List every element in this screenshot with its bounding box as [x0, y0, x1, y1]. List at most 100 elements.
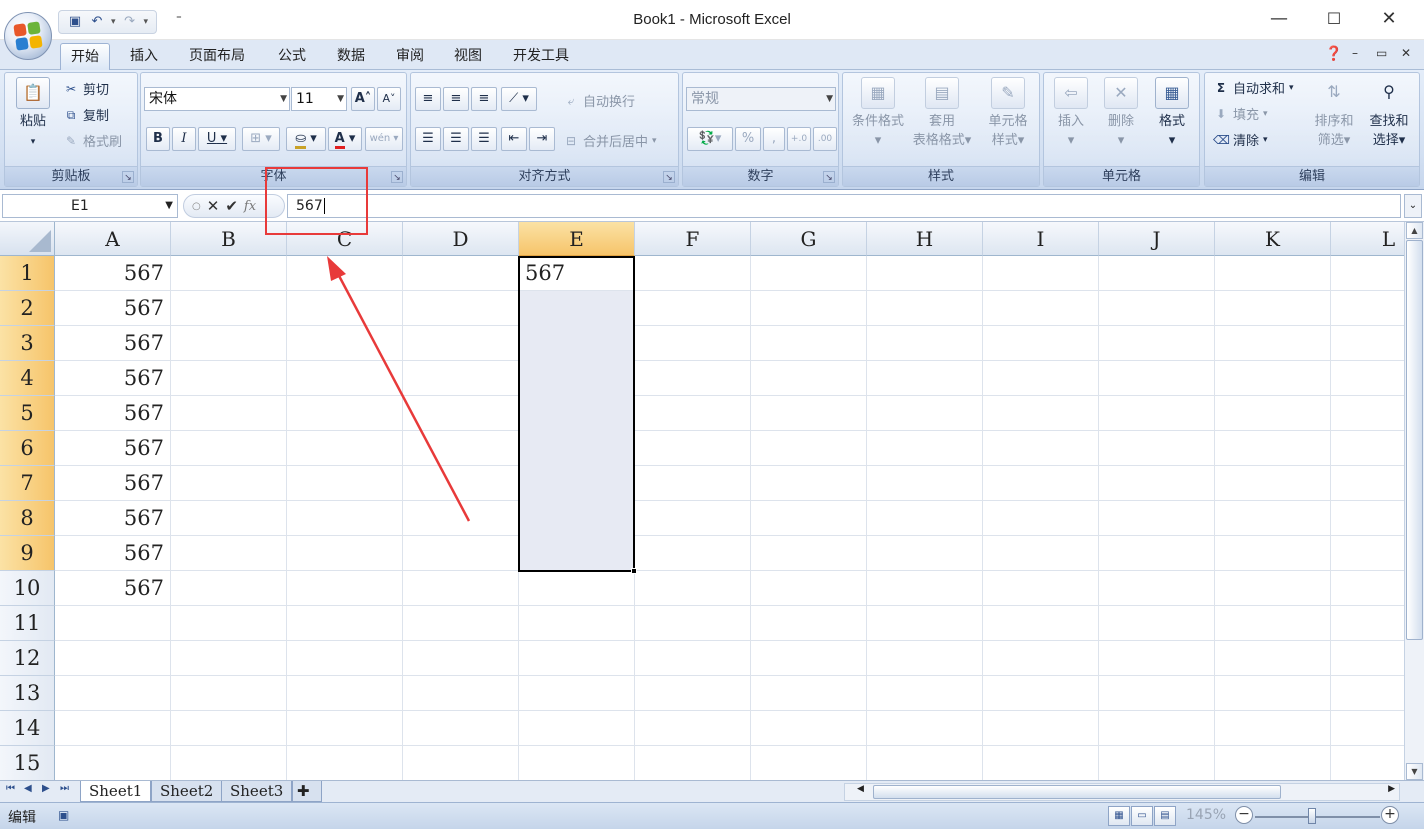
cell-I4[interactable]: [983, 361, 1099, 396]
cell-I1[interactable]: [983, 256, 1099, 291]
align-bottom-icon[interactable]: ≡: [471, 87, 497, 111]
cell-J7[interactable]: [1099, 466, 1215, 501]
cell-E10[interactable]: [519, 571, 635, 606]
name-box[interactable]: E1 ▼: [2, 194, 178, 218]
increase-indent-icon[interactable]: ⇥: [529, 127, 555, 151]
cell-G6[interactable]: [751, 431, 867, 466]
zoom-out-icon[interactable]: −: [1235, 806, 1253, 824]
last-sheet-icon[interactable]: ⏭: [60, 783, 69, 794]
cell-G10[interactable]: [751, 571, 867, 606]
cell-F7[interactable]: [635, 466, 751, 501]
cell-H3[interactable]: [867, 326, 983, 361]
borders-button[interactable]: ⊞ ▾: [242, 127, 280, 151]
insert-cells-button[interactable]: ⇦ 插入 ▾: [1046, 77, 1096, 150]
cell-A2[interactable]: 567: [55, 291, 171, 326]
cell-B12[interactable]: [171, 641, 287, 676]
row-header[interactable]: 12: [0, 641, 55, 676]
align-top-icon[interactable]: ≡: [415, 87, 441, 111]
clipboard-launcher-icon[interactable]: ↘: [122, 171, 134, 183]
sort-filter-button[interactable]: ⇅ 排序和 筛选▾: [1305, 77, 1363, 150]
cell-K8[interactable]: [1215, 501, 1331, 536]
cell-F14[interactable]: [635, 711, 751, 746]
cell-B13[interactable]: [171, 676, 287, 711]
cell-I3[interactable]: [983, 326, 1099, 361]
row-header[interactable]: 4: [0, 361, 55, 396]
cell-E8[interactable]: [519, 501, 635, 536]
column-header[interactable]: K: [1215, 222, 1331, 256]
column-header[interactable]: I: [983, 222, 1099, 256]
cell-C10[interactable]: [287, 571, 403, 606]
column-header[interactable]: G: [751, 222, 867, 256]
cell-L10[interactable]: [1331, 571, 1404, 606]
cell-J8[interactable]: [1099, 501, 1215, 536]
cell-K14[interactable]: [1215, 711, 1331, 746]
merge-center-button[interactable]: ⊟ 合并后居中 ▾: [563, 131, 657, 151]
cell-G3[interactable]: [751, 326, 867, 361]
delete-cells-button[interactable]: ✕ 删除 ▾: [1096, 77, 1146, 150]
cell-I9[interactable]: [983, 536, 1099, 571]
cell-L5[interactable]: [1331, 396, 1404, 431]
cell-D2[interactable]: [403, 291, 519, 326]
fill-handle[interactable]: [631, 568, 637, 574]
cell-F9[interactable]: [635, 536, 751, 571]
cell-I6[interactable]: [983, 431, 1099, 466]
next-sheet-icon[interactable]: ▶: [42, 783, 50, 794]
cell-F6[interactable]: [635, 431, 751, 466]
cell-L3[interactable]: [1331, 326, 1404, 361]
percent-button[interactable]: %: [735, 127, 761, 151]
column-header[interactable]: C: [287, 222, 403, 256]
cell-H14[interactable]: [867, 711, 983, 746]
decrease-decimal-button[interactable]: .00: [813, 127, 837, 151]
cell-F11[interactable]: [635, 606, 751, 641]
fill-button[interactable]: ⬇ 填充 ▾: [1213, 104, 1268, 124]
cell-A10[interactable]: 567: [55, 571, 171, 606]
align-right-icon[interactable]: ☰: [471, 127, 497, 151]
cell-K13[interactable]: [1215, 676, 1331, 711]
cell-J11[interactable]: [1099, 606, 1215, 641]
cell-F5[interactable]: [635, 396, 751, 431]
cell-G5[interactable]: [751, 396, 867, 431]
select-all-button[interactable]: [0, 222, 55, 256]
cell-L1[interactable]: [1331, 256, 1404, 291]
confirm-edit-icon[interactable]: ✔: [225, 197, 238, 215]
cell-L9[interactable]: [1331, 536, 1404, 571]
paste-button[interactable]: 📋 粘贴 ▾: [11, 77, 55, 152]
cell-J13[interactable]: [1099, 676, 1215, 711]
cell-E3[interactable]: [519, 326, 635, 361]
row-header[interactable]: 2: [0, 291, 55, 326]
help-icon[interactable]: ❓: [1325, 46, 1342, 62]
minimize-button[interactable]: —: [1252, 0, 1306, 40]
cell-D10[interactable]: [403, 571, 519, 606]
cell-I14[interactable]: [983, 711, 1099, 746]
cell-D3[interactable]: [403, 326, 519, 361]
resize-dot-icon[interactable]: ○: [192, 201, 201, 212]
cell-H4[interactable]: [867, 361, 983, 396]
cell-I5[interactable]: [983, 396, 1099, 431]
fill-color-button[interactable]: ⛀ ▾: [286, 127, 326, 151]
ribbon-minimize-icon[interactable]: –: [1352, 46, 1358, 60]
cell-K6[interactable]: [1215, 431, 1331, 466]
cell-A7[interactable]: 567: [55, 466, 171, 501]
align-middle-icon[interactable]: ≡: [443, 87, 469, 111]
normal-view-icon[interactable]: ▦: [1108, 806, 1130, 826]
cell-L11[interactable]: [1331, 606, 1404, 641]
underline-button[interactable]: U ▾: [198, 127, 236, 151]
cell-H8[interactable]: [867, 501, 983, 536]
cell-D14[interactable]: [403, 711, 519, 746]
scroll-right-icon[interactable]: ▶: [1388, 784, 1395, 794]
cell-C13[interactable]: [287, 676, 403, 711]
cell-I10[interactable]: [983, 571, 1099, 606]
cell-H5[interactable]: [867, 396, 983, 431]
scroll-down-icon[interactable]: ▼: [1406, 763, 1423, 780]
cell-D12[interactable]: [403, 641, 519, 676]
row-header[interactable]: 3: [0, 326, 55, 361]
cell-I2[interactable]: [983, 291, 1099, 326]
font-color-button[interactable]: A ▾: [328, 127, 362, 151]
grow-font-button[interactable]: A˄: [351, 87, 375, 111]
cell-E13[interactable]: [519, 676, 635, 711]
scroll-left-icon[interactable]: ◀: [857, 784, 864, 794]
format-cells-button[interactable]: ▦ 格式 ▾: [1146, 77, 1198, 150]
conditional-format-button[interactable]: ▦ 条件格式 ▾: [845, 77, 911, 150]
ribbon-restore-icon[interactable]: ▭: [1376, 46, 1387, 60]
row-header[interactable]: 5: [0, 396, 55, 431]
